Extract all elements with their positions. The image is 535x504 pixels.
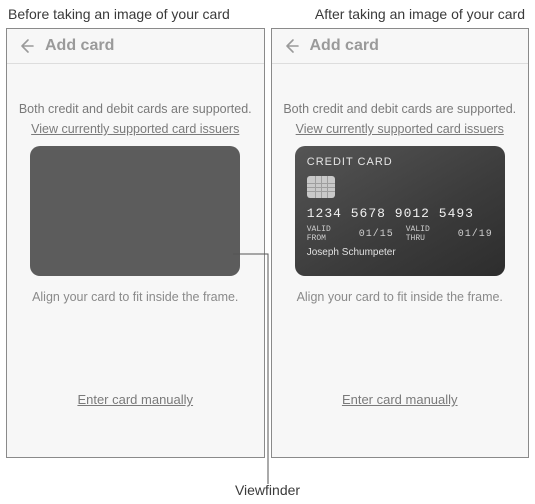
- phone-screen-after: Add card Both credit and debit cards are…: [271, 28, 530, 458]
- card-dates: VALID FROM 01/15 VALID THRU 01/19: [307, 225, 493, 243]
- screen-title: Add card: [310, 37, 379, 55]
- valid-thru-label: VALID THRU: [406, 225, 446, 243]
- card-chip-icon: [307, 176, 335, 198]
- comparison-stage: Before taking an image of your card Add …: [0, 0, 535, 458]
- after-column: After taking an image of your card Add c…: [271, 4, 530, 458]
- camera-viewfinder-empty: [30, 146, 240, 276]
- support-text: Both credit and debit cards are supporte…: [19, 102, 252, 116]
- camera-viewfinder-card: CREDIT CARD 1234 5678 9012 5493 VALID FR…: [295, 146, 505, 276]
- align-instruction: Align your card to fit inside the frame.: [297, 290, 503, 304]
- enter-manually-link[interactable]: Enter card manually: [342, 392, 458, 407]
- enter-manually-link[interactable]: Enter card manually: [77, 392, 193, 407]
- phone-screen-before: Add card Both credit and debit cards are…: [6, 28, 265, 458]
- screen-title: Add card: [45, 37, 114, 55]
- card-brand: CREDIT CARD: [307, 156, 493, 168]
- content-area: Both credit and debit cards are supporte…: [272, 64, 529, 457]
- before-column: Before taking an image of your card Add …: [6, 4, 265, 458]
- viewfinder-annotation-label: Viewfinder: [0, 482, 535, 498]
- valid-thru-value: 01/19: [458, 229, 493, 240]
- back-arrow-icon[interactable]: [17, 37, 35, 55]
- back-arrow-icon[interactable]: [282, 37, 300, 55]
- card-number: 1234 5678 9012 5493: [307, 206, 493, 221]
- content-area: Both credit and debit cards are supporte…: [7, 64, 264, 457]
- valid-from-value: 01/15: [359, 229, 394, 240]
- align-instruction: Align your card to fit inside the frame.: [32, 290, 238, 304]
- before-caption: Before taking an image of your card: [6, 4, 265, 28]
- titlebar: Add card: [7, 29, 264, 64]
- supported-issuers-link[interactable]: View currently supported card issuers: [31, 122, 239, 136]
- valid-from-label: VALID FROM: [307, 225, 347, 243]
- after-caption: After taking an image of your card: [271, 4, 530, 28]
- support-text: Both credit and debit cards are supporte…: [283, 102, 516, 116]
- supported-issuers-link[interactable]: View currently supported card issuers: [296, 122, 504, 136]
- titlebar: Add card: [272, 29, 529, 64]
- card-holder: Joseph Schumpeter: [307, 247, 493, 258]
